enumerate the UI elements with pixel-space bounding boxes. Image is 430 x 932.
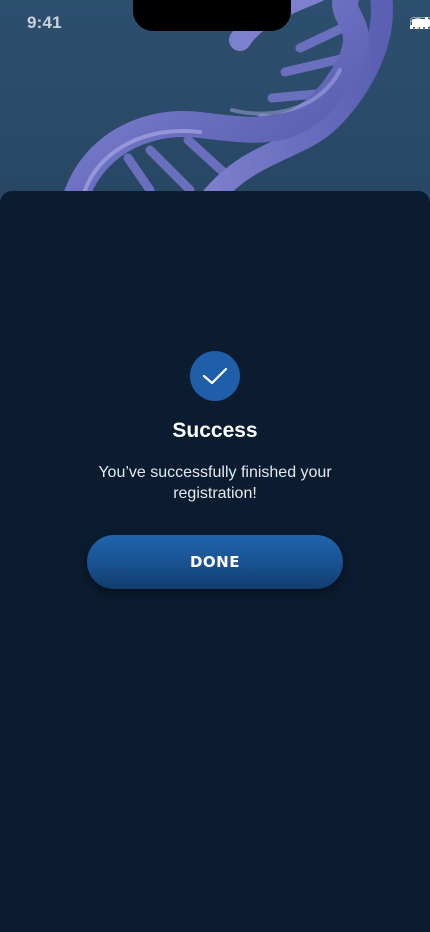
success-message: You’ve successfully finished your regist… xyxy=(98,464,332,502)
success-title: Success xyxy=(172,419,258,442)
device-notch xyxy=(133,0,291,31)
done-button[interactable]: DONE xyxy=(87,535,343,589)
checkmark-icon xyxy=(202,367,228,385)
success-badge xyxy=(190,351,240,401)
success-screen: 9:41 Success You’ve successfully finishe… xyxy=(0,0,430,932)
status-time: 9:41 xyxy=(27,13,62,32)
battery-icon xyxy=(410,17,430,29)
